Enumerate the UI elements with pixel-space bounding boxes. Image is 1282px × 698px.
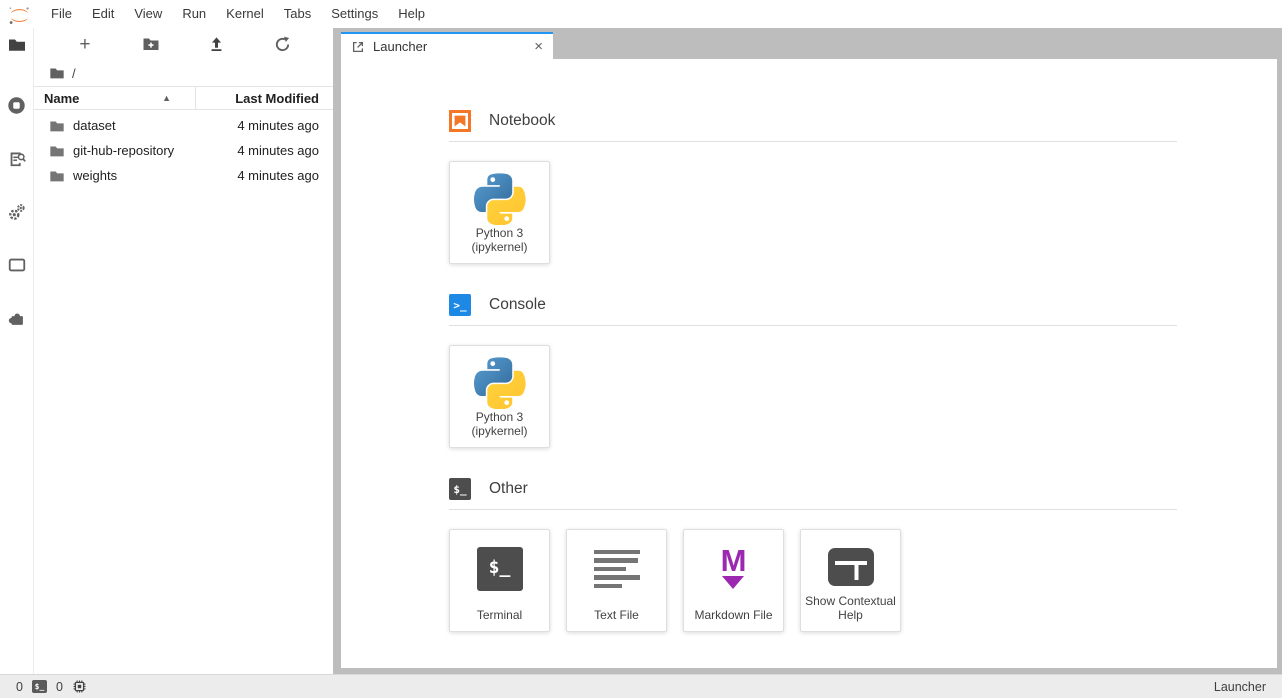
breadcrumb-root[interactable]: / <box>72 66 76 81</box>
launcher-panel: Notebook <box>341 59 1277 668</box>
folder-icon <box>49 168 65 184</box>
column-header-name[interactable]: Name ▲ <box>34 87 195 109</box>
launcher-card-terminal[interactable]: $_ Terminal <box>449 529 550 632</box>
notebook-section-header: Notebook <box>449 110 1177 132</box>
contextual-help-icon <box>827 547 875 587</box>
modified-column-label: Last Modified <box>235 91 319 106</box>
console-icon: >_ <box>449 294 471 316</box>
file-name: weights <box>73 168 117 183</box>
section-divider <box>449 509 1177 510</box>
running-sessions-icon <box>6 95 27 116</box>
tabs-icon <box>7 255 27 275</box>
file-list-header: Name ▲ Last Modified <box>34 86 333 110</box>
menu-file[interactable]: File <box>41 0 82 28</box>
notebook-icon <box>449 110 471 132</box>
left-activity-bar <box>0 28 34 674</box>
file-list: dataset 4 minutes ago git-hub-repository… <box>34 110 333 188</box>
plus-icon: + <box>79 35 90 54</box>
sidebar-item-inspector[interactable] <box>0 141 33 175</box>
status-mode-label[interactable]: Launcher <box>1214 680 1266 694</box>
gears-icon <box>7 202 27 222</box>
close-icon[interactable]: × <box>534 39 543 54</box>
breadcrumb: / <box>34 60 333 86</box>
terminal-icon: $_ <box>477 547 523 591</box>
menu-edit[interactable]: Edit <box>82 0 124 28</box>
file-row-git-hub-repository[interactable]: git-hub-repository 4 minutes ago <box>34 138 333 163</box>
menu-tabs[interactable]: Tabs <box>274 0 321 28</box>
text-file-icon <box>594 550 640 589</box>
kernels-count[interactable]: 0 <box>56 680 63 694</box>
file-modified: 4 minutes ago <box>237 168 333 183</box>
new-folder-icon <box>142 35 160 53</box>
section-title: Console <box>489 296 546 314</box>
sort-ascending-icon: ▲ <box>162 93 171 103</box>
sidebar-item-open-tabs[interactable] <box>0 248 33 282</box>
sidebar-item-file-browser[interactable] <box>0 28 33 62</box>
tab-launcher[interactable]: Launcher × <box>341 32 553 59</box>
name-column-label: Name <box>44 91 79 106</box>
card-label: Text File <box>594 608 639 623</box>
menu-settings[interactable]: Settings <box>321 0 388 28</box>
card-label: Python 3 (ipykernel) <box>471 226 527 255</box>
refresh-button[interactable] <box>269 31 295 57</box>
section-title: Notebook <box>489 112 555 130</box>
menu-help[interactable]: Help <box>388 0 435 28</box>
launcher-card-notebook-python3[interactable]: Python 3 (ipykernel) <box>449 161 550 264</box>
menu-view[interactable]: View <box>124 0 172 28</box>
file-browser-panel: + / Name ▲ <box>34 28 333 674</box>
kernel-chip-icon[interactable] <box>72 679 87 694</box>
console-section-header: >_ Console <box>449 294 1177 316</box>
file-row-weights[interactable]: weights 4 minutes ago <box>34 163 333 188</box>
tab-bar: Launcher × <box>333 28 1282 59</box>
card-label: Markdown File <box>694 608 772 623</box>
terminal-icon[interactable]: $_ <box>32 680 47 693</box>
menu-bar: File Edit View Run Kernel Tabs Settings … <box>0 0 1282 28</box>
menu-run[interactable]: Run <box>172 0 216 28</box>
file-name: git-hub-repository <box>73 143 174 158</box>
main-dock-panel: Launcher × Notebook <box>333 28 1282 674</box>
sidebar-item-running-sessions[interactable] <box>0 88 33 122</box>
file-browser-toolbar: + <box>34 28 333 60</box>
file-name: dataset <box>73 118 116 133</box>
new-folder-button[interactable] <box>138 31 164 57</box>
puzzle-icon <box>7 308 27 328</box>
terminals-count[interactable]: 0 <box>16 680 23 694</box>
file-modified: 4 minutes ago <box>237 118 333 133</box>
launcher-card-show-contextual-help[interactable]: Show Contextual Help <box>800 529 901 632</box>
sidebar-item-settings[interactable] <box>0 195 33 229</box>
upload-icon <box>208 36 225 53</box>
refresh-icon <box>274 36 291 53</box>
card-label: Python 3 (ipykernel) <box>471 410 527 439</box>
new-launcher-button[interactable]: + <box>72 31 98 57</box>
card-label: Terminal <box>477 608 522 623</box>
section-divider <box>449 325 1177 326</box>
folder-icon <box>49 118 65 134</box>
folder-icon <box>49 143 65 159</box>
terminal-icon: $_ <box>449 478 471 500</box>
column-header-modified[interactable]: Last Modified <box>195 87 333 109</box>
status-bar: 0 $_ 0 Launcher <box>0 674 1282 698</box>
home-folder-icon[interactable] <box>49 65 65 81</box>
file-row-dataset[interactable]: dataset 4 minutes ago <box>34 113 333 138</box>
python-logo-icon <box>474 356 526 410</box>
menu-kernel[interactable]: Kernel <box>216 0 274 28</box>
sidebar-item-extension-manager[interactable] <box>0 301 33 335</box>
launcher-card-markdown-file[interactable]: M Markdown File <box>683 529 784 632</box>
python-logo-icon <box>474 172 526 226</box>
section-divider <box>449 141 1177 142</box>
card-label: Show Contextual Help <box>805 594 896 623</box>
tab-label: Launcher <box>373 39 427 54</box>
jupyter-logo-icon <box>8 5 31 26</box>
other-section-header: $_ Other <box>449 478 1177 500</box>
launcher-icon <box>351 40 365 54</box>
upload-button[interactable] <box>203 31 229 57</box>
folder-icon <box>7 35 27 55</box>
launcher-card-console-python3[interactable]: Python 3 (ipykernel) <box>449 345 550 448</box>
document-search-icon <box>7 148 27 168</box>
file-modified: 4 minutes ago <box>237 143 333 158</box>
markdown-icon: M <box>721 549 747 590</box>
launcher-card-text-file[interactable]: Text File <box>566 529 667 632</box>
section-title: Other <box>489 480 528 498</box>
